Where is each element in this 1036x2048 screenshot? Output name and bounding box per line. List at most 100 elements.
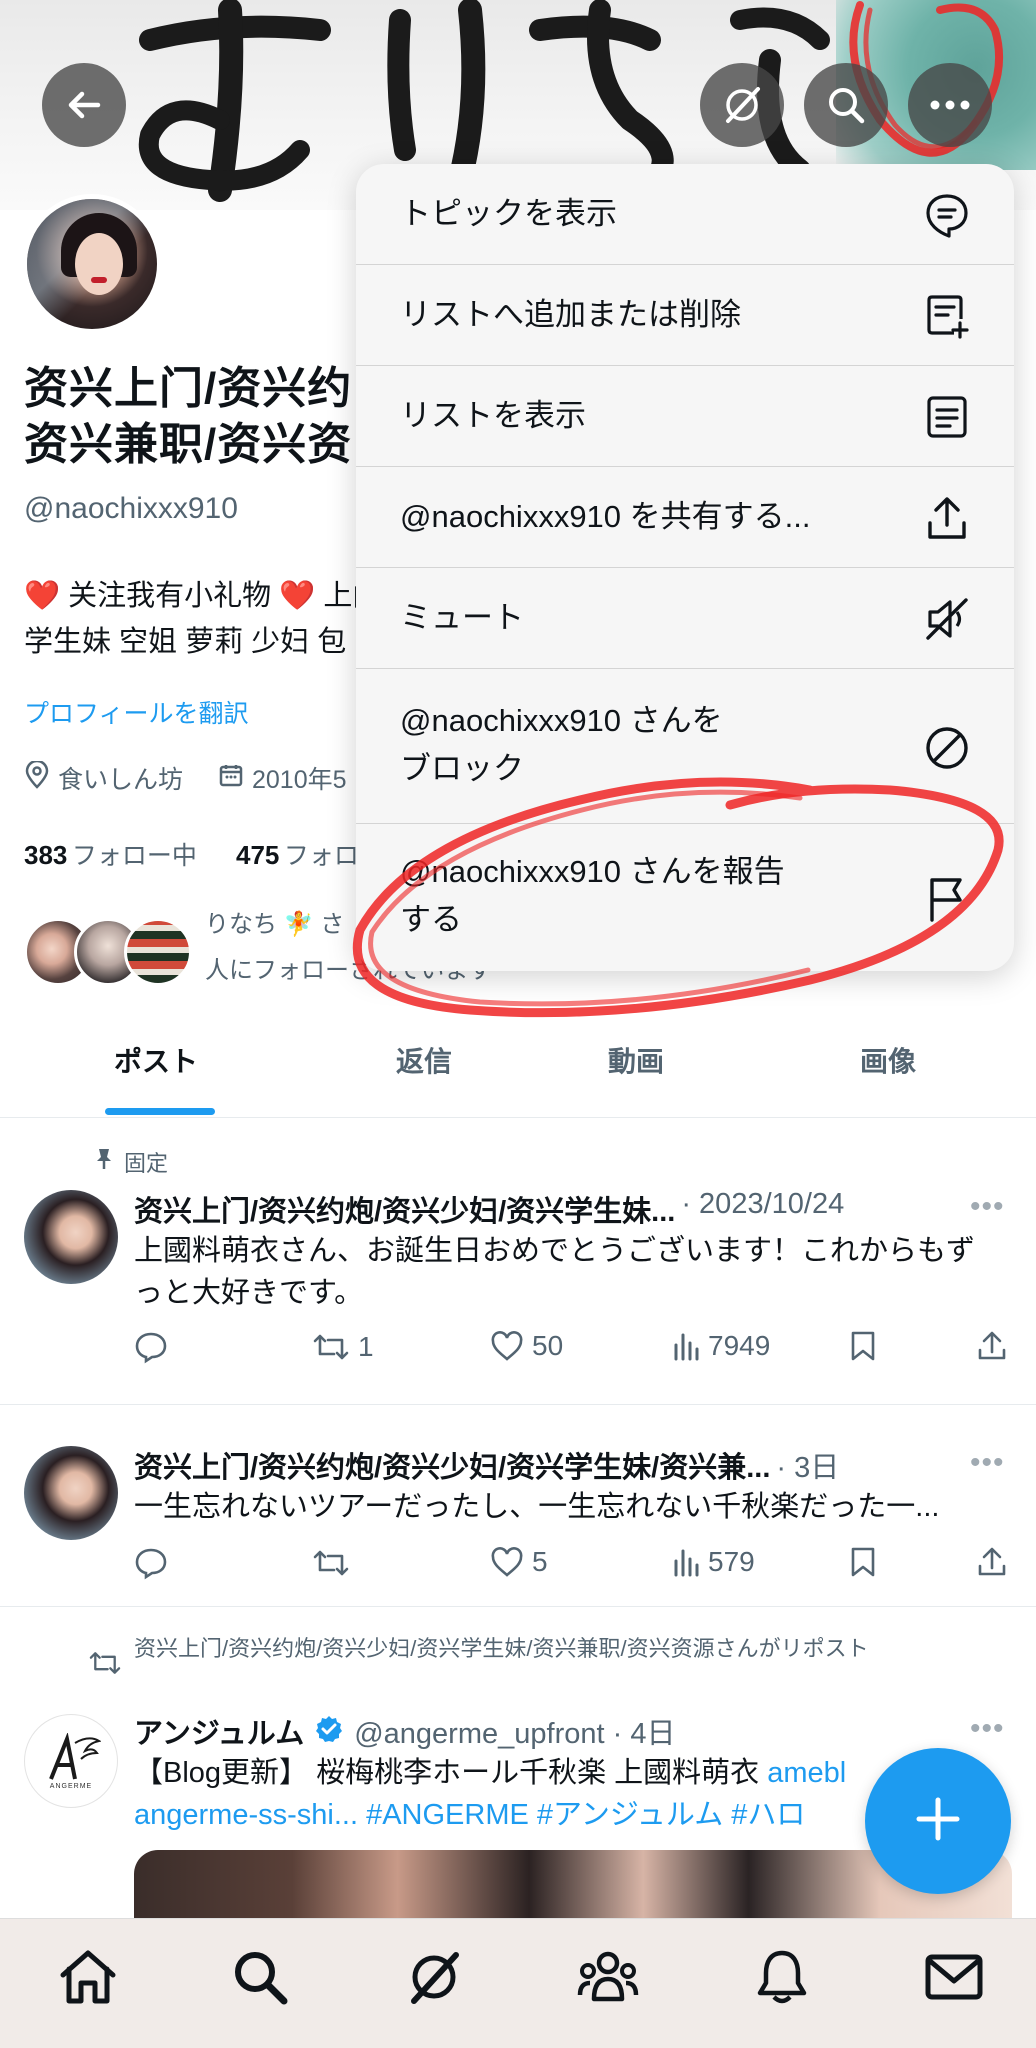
communities-icon[interactable]	[572, 1941, 644, 2013]
bottom-navigation	[0, 1918, 1036, 2048]
like-button[interactable]: 5	[490, 1546, 548, 1578]
post-author-name[interactable]: 资兴上门/资兴约炮/资兴少妇/资兴学生妹/资兴兼...	[134, 1444, 770, 1486]
repost-label: 资兴上门/资兴约炮/资兴少妇/资兴学生妹/资兴兼职/资兴资源さんがリポスト	[134, 1636, 869, 1661]
follower-avatar	[124, 918, 192, 986]
like-button[interactable]: 50	[490, 1330, 563, 1362]
bookmark-icon	[850, 1546, 876, 1578]
views-count: 7949	[708, 1330, 771, 1361]
angerme-avatar-text: ANGERME	[49, 1782, 93, 1790]
views-count: 579	[708, 1546, 755, 1577]
post-avatar[interactable]	[24, 1446, 118, 1540]
post-more-button[interactable]: •••	[970, 1190, 1005, 1224]
menu-item-label: ミュート	[400, 600, 524, 635]
menu-item-mute[interactable]: ミュート	[356, 568, 1014, 669]
verified-badge-icon	[314, 1714, 344, 1749]
heart-icon	[490, 1330, 524, 1362]
post-handle-date: @angerme_upfront · 4日	[354, 1718, 676, 1750]
heart-icon	[490, 1546, 524, 1578]
post-date: · 2023/10/24	[681, 1188, 845, 1220]
search-icon	[825, 84, 867, 126]
bookmark-button[interactable]	[850, 1546, 876, 1578]
bookmark-icon	[850, 1330, 876, 1362]
profile-bio-line1: ❤️ 关注我有小礼物 ❤️ 上门	[24, 580, 382, 612]
calendar-icon	[218, 762, 244, 795]
repost-button[interactable]: 1	[312, 1330, 374, 1364]
home-icon[interactable]	[52, 1941, 124, 2013]
post-text: 上國料萌衣さん、お誕生日おめでとうございます！これからもずっと大好きです。	[134, 1235, 976, 1309]
repost-indicator-icon	[88, 1648, 122, 1683]
post-author-name[interactable]: 资兴上门/资兴约炮/资兴少妇/资兴学生妹...	[134, 1188, 675, 1230]
more-dots-icon	[929, 99, 971, 111]
mute-icon	[922, 594, 972, 644]
following-number: 383	[24, 840, 68, 870]
post-divider	[0, 1606, 1036, 1607]
plus-icon	[913, 1794, 963, 1849]
back-button[interactable]	[42, 63, 126, 147]
following-count[interactable]: 383 フォロー中	[24, 836, 197, 872]
grok-icon	[720, 83, 764, 127]
tab-posts[interactable]: ポスト	[114, 1040, 198, 1080]
list-add-icon	[922, 291, 972, 341]
share-button[interactable]	[976, 1546, 1008, 1578]
repost-icon	[312, 1330, 350, 1364]
grok-button[interactable]	[700, 63, 784, 147]
tab-videos[interactable]: 動画	[608, 1040, 664, 1080]
reply-icon	[134, 1330, 168, 1364]
angerme-avatar[interactable]: ANGERME	[24, 1714, 118, 1808]
search-icon[interactable]	[224, 1941, 296, 2013]
analytics-icon	[672, 1331, 700, 1361]
followed-by-avatars[interactable]	[24, 914, 192, 990]
share-icon	[976, 1546, 1008, 1578]
search-button[interactable]	[804, 63, 888, 147]
post-header: アンジュルム @angerme_upfront · 4日	[134, 1710, 675, 1752]
angerme-logo-icon	[49, 1732, 101, 1780]
grok-icon[interactable]	[398, 1941, 470, 2013]
post-more-button[interactable]: •••	[970, 1712, 1005, 1746]
menu-item-share[interactable]: @naochixxx910 を共有する...	[356, 467, 1014, 568]
post-divider	[0, 1404, 1036, 1405]
messages-icon[interactable]	[918, 1941, 990, 2013]
annotation-circle-report	[352, 777, 1004, 1018]
repost-button[interactable]	[312, 1546, 358, 1580]
reply-button[interactable]	[134, 1546, 176, 1580]
notifications-icon[interactable]	[746, 1941, 818, 2013]
translate-profile-link[interactable]: プロフィールを翻訳	[24, 694, 249, 730]
location-text: 食いしん坊	[58, 766, 184, 794]
reply-button[interactable]	[134, 1330, 176, 1364]
arrow-left-icon	[64, 85, 104, 125]
share-icon	[976, 1330, 1008, 1362]
location-pin-icon	[24, 759, 50, 796]
profile-location: 食いしん坊	[24, 759, 184, 796]
profile-joined: 2010年5	[218, 760, 347, 796]
post-author-name[interactable]: アンジュルム	[134, 1710, 304, 1752]
menu-item-label: トピックを表示	[400, 196, 617, 231]
profile-bio-line2: 学生妹 空姐 萝莉 少妇 包	[24, 626, 347, 658]
reply-icon	[134, 1546, 168, 1580]
post-text: 【Blog更新】 桜梅桃李ホール千秋楽 上國料萌衣	[134, 1757, 768, 1789]
post-link[interactable]: amebl	[767, 1757, 846, 1789]
menu-item-view-topics[interactable]: トピックを表示	[356, 164, 1014, 265]
profile-name-line2: 资兴兼职/资兴资	[24, 420, 353, 469]
active-tab-indicator	[105, 1108, 215, 1115]
post-avatar[interactable]	[24, 1190, 118, 1284]
views-button[interactable]: 579	[672, 1546, 755, 1578]
more-button[interactable]	[908, 63, 992, 147]
like-count: 5	[532, 1546, 548, 1577]
views-button[interactable]: 7949	[672, 1330, 770, 1362]
tab-replies[interactable]: 返信	[396, 1040, 452, 1080]
menu-item-view-lists[interactable]: リストを表示	[356, 366, 1014, 467]
share-button[interactable]	[976, 1330, 1008, 1362]
list-icon	[922, 392, 972, 442]
menu-item-add-remove-lists[interactable]: リストへ追加または削除	[356, 265, 1014, 366]
post-date: · 3日	[776, 1452, 840, 1484]
pinned-indicator: 固定	[94, 1146, 168, 1178]
tab-images[interactable]: 画像	[860, 1040, 916, 1080]
bookmark-button[interactable]	[850, 1330, 876, 1362]
post-more-button[interactable]: •••	[970, 1446, 1005, 1480]
followed-by-line1: りなち 🧚 さ	[205, 911, 345, 938]
post-header: 资兴上门/资兴约炮/资兴少妇/资兴学生妹... · 2023/10/24	[134, 1188, 994, 1230]
menu-item-label: @naochixxx910 を共有する...	[400, 499, 811, 534]
profile-avatar[interactable]	[22, 194, 162, 334]
compose-post-button[interactable]	[865, 1748, 1011, 1894]
analytics-icon	[672, 1547, 700, 1577]
